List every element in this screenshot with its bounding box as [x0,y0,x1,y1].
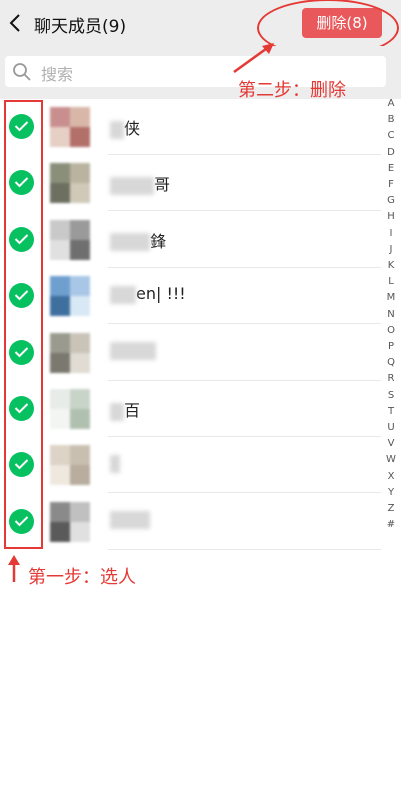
member-row[interactable]: 百 [0,381,401,437]
avatar [50,276,90,317]
alphabet-letter[interactable]: N [384,307,398,323]
alphabet-letter[interactable]: H [384,209,398,225]
avatar [50,107,90,147]
member-name: 侠 [110,115,140,139]
name-blur [110,402,124,421]
avatar [50,445,90,486]
member-name [110,341,156,361]
alphabet-letter[interactable]: B [384,112,398,128]
alphabet-letter[interactable]: P [384,339,398,355]
name-blur [110,176,154,195]
member-name [110,510,150,530]
name-blur [110,454,120,473]
alphabet-letter[interactable]: X [384,469,398,485]
name-blur [110,120,124,139]
member-row[interactable]: 哥 [0,155,401,212]
alphabet-letter[interactable]: M [384,290,398,306]
selection-highlight-box [4,100,43,549]
avatar [50,501,90,542]
alphabet-letter[interactable]: W [384,452,398,468]
step1-arrow-icon [8,555,20,582]
alphabet-index[interactable]: A B C D E F G H I J K L M N O P Q R S T U V W X Y Z # [384,96,398,533]
name-blur [110,511,150,530]
alphabet-letter[interactable]: # [384,517,398,533]
member-row[interactable]: en| !!! [0,268,401,325]
member-name: 鋒 [110,228,166,252]
name-text: 百 [124,401,141,420]
search-icon [13,63,31,81]
name-text: 鋒 [150,231,167,251]
alphabet-letter[interactable]: I [384,226,398,242]
avatar [50,163,90,204]
member-name: en| !!! [110,284,186,304]
alphabet-letter[interactable]: O [384,323,398,339]
name-text: 侠 [124,119,141,138]
member-row[interactable] [0,437,401,494]
alphabet-letter[interactable]: A [384,96,398,112]
avatar [50,219,90,260]
avatar [50,389,90,429]
alphabet-letter[interactable]: D [384,145,398,161]
back-arrow-icon[interactable] [6,11,26,35]
alphabet-letter[interactable]: K [384,258,398,274]
alphabet-letter[interactable]: T [384,404,398,420]
divider [108,548,381,550]
alphabet-letter[interactable]: L [384,274,398,290]
name-blur [110,342,156,361]
alphabet-letter[interactable]: F [384,177,398,193]
alphabet-letter[interactable]: Y [384,485,398,501]
alphabet-letter[interactable]: R [384,371,398,387]
page-title: 聊天成员(9) [34,17,127,37]
member-row[interactable]: 鋒 [0,212,401,268]
step1-annotation: 第一步：选人 [28,567,136,588]
member-row[interactable] [0,494,401,550]
avatar [50,332,90,373]
alphabet-letter[interactable]: Q [384,355,398,371]
member-name [110,453,120,473]
member-name: 哥 [110,171,170,195]
alphabet-letter[interactable]: J [384,242,398,258]
search-placeholder: 搜索 [41,65,74,84]
member-row[interactable] [0,325,401,381]
step2-arrow-icon [233,43,274,74]
alphabet-letter[interactable]: U [384,420,398,436]
name-blur [110,285,136,304]
name-text: en| !!! [136,284,186,304]
alphabet-letter[interactable]: E [384,161,398,177]
member-name: 百 [110,397,140,421]
name-blur [110,233,150,252]
member-row[interactable]: 侠 [0,99,401,155]
alphabet-letter[interactable]: S [384,388,398,404]
alphabet-letter[interactable]: V [384,436,398,452]
alphabet-letter[interactable]: Z [384,501,398,517]
alphabet-letter[interactable]: G [384,193,398,209]
name-text: 哥 [154,175,171,195]
alphabet-letter[interactable]: C [384,128,398,144]
